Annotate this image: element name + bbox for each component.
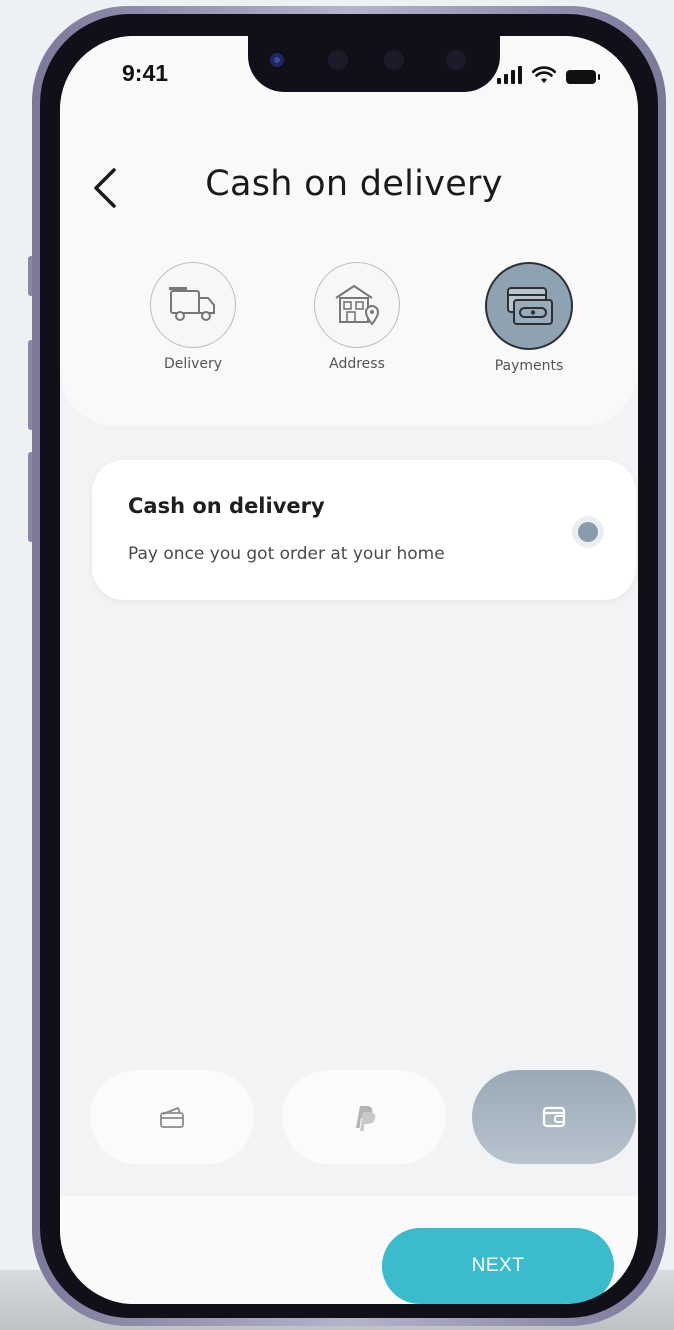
paypal-icon	[356, 1106, 376, 1131]
paypal-method-button[interactable]	[282, 1070, 446, 1164]
step-label: Payments	[494, 358, 564, 374]
option-description: Pay once you got order at your home	[128, 544, 445, 564]
battery-icon	[566, 70, 600, 84]
payment-option-card[interactable]: Cash on delivery Pay once you got order …	[92, 460, 636, 600]
sensor-icon	[384, 50, 404, 70]
sensor-icon	[328, 50, 348, 70]
camera-notch	[248, 36, 500, 92]
step-label: Delivery	[163, 356, 223, 372]
status-time: 9:41	[122, 60, 169, 86]
step-delivery[interactable]: Delivery	[118, 262, 268, 372]
checkout-header: 9:41 Cash on delivery Delivery Address P…	[60, 36, 638, 426]
home-location-icon	[335, 284, 380, 326]
page-title: Cash on delivery	[205, 164, 503, 204]
step-circle	[150, 262, 236, 348]
card-method-button[interactable]	[90, 1070, 254, 1164]
phone-frame: 9:41 Cash on delivery Delivery Address P…	[32, 6, 666, 1326]
step-address[interactable]: Address	[282, 262, 432, 372]
app-screen: 9:41 Cash on delivery Delivery Address P…	[60, 36, 638, 1304]
sensor-icon	[446, 50, 466, 70]
signal-icon	[497, 66, 522, 84]
wallet-method-button[interactable]	[472, 1070, 636, 1164]
phone-bezel: 9:41 Cash on delivery Delivery Address P…	[40, 14, 658, 1318]
step-payments[interactable]: Payments	[454, 262, 604, 374]
option-radio[interactable]	[572, 516, 604, 548]
step-circle	[485, 262, 573, 350]
wallet-icon	[542, 1106, 566, 1128]
radio-selected-dot	[578, 522, 598, 542]
card-icon	[160, 1107, 184, 1128]
status-icons	[497, 64, 600, 84]
step-circle	[314, 262, 400, 348]
camera-icon	[270, 53, 284, 67]
option-title: Cash on delivery	[128, 494, 325, 518]
delivery-truck-icon	[169, 287, 215, 321]
credit-card-icon	[507, 287, 553, 325]
next-button[interactable]: NEXT	[382, 1228, 614, 1304]
step-label: Address	[329, 356, 385, 372]
wifi-icon	[532, 66, 556, 83]
